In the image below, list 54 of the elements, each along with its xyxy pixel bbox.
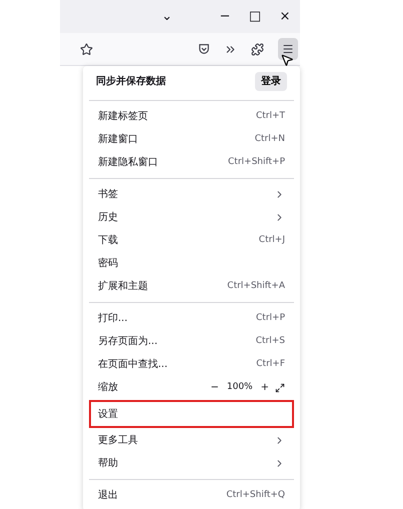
- extensions-icon[interactable]: [251, 42, 264, 56]
- menu-item[interactable]: 在页面中查找... Ctrl+F: [89, 353, 294, 376]
- menu-item-label: 缩放: [98, 380, 119, 395]
- menu-item[interactable]: 更多工具: [89, 429, 294, 452]
- menu-item[interactable]: 帮助: [89, 452, 294, 475]
- menu-item[interactable]: 新建隐私窗口 Ctrl+Shift+P: [89, 151, 294, 174]
- menu-item-label: 打印...: [98, 312, 129, 326]
- menu-item-label: 更多工具: [98, 434, 139, 448]
- pocket-icon[interactable]: [198, 43, 210, 55]
- menu-item-label: 密码: [98, 256, 119, 271]
- menu-item[interactable]: 密码: [89, 252, 294, 275]
- menu-item[interactable]: 新建标签页 Ctrl+T: [89, 105, 294, 128]
- shortcut-text: Ctrl+J: [258, 234, 285, 247]
- menu-item[interactable]: 新建窗口 Ctrl+N: [89, 128, 294, 151]
- menu-icon: [282, 43, 294, 55]
- sign-in-button[interactable]: 登录: [255, 72, 287, 90]
- menu-item-label: 书签: [98, 188, 119, 202]
- menu-item-label: 新建隐私窗口: [98, 156, 159, 170]
- menu-item[interactable]: 书签: [89, 183, 294, 206]
- close-button[interactable]: ×: [270, 6, 300, 26]
- zoom-out-button[interactable]: −: [206, 380, 223, 395]
- zoom-in-button[interactable]: +: [256, 380, 273, 395]
- menu-item[interactable]: 另存页面为... Ctrl+S: [89, 330, 294, 353]
- menu-item-label: 在页面中查找...: [98, 358, 169, 372]
- shortcut-text: Ctrl+N: [254, 132, 285, 146]
- menu-item[interactable]: 下载 Ctrl+J: [89, 229, 294, 252]
- maximize-button[interactable]: □: [240, 6, 270, 26]
- shortcut-text: Ctrl+T: [256, 110, 285, 123]
- minimize-button[interactable]: −: [210, 6, 240, 26]
- list-tabs-button[interactable]: ⌄: [152, 6, 182, 26]
- menu-item[interactable]: 历史: [89, 206, 294, 229]
- menu-item[interactable]: 设置: [89, 400, 294, 428]
- bookmark-star-icon[interactable]: [80, 42, 93, 56]
- shortcut-text: Ctrl+Shift+P: [228, 156, 285, 169]
- shortcut-text: Ctrl+S: [256, 334, 285, 348]
- menu-item-label: 历史: [98, 210, 119, 225]
- menu-item-label: 帮助: [98, 456, 119, 471]
- menu-item[interactable]: 打印... Ctrl+P: [89, 307, 294, 330]
- menu-item-label: 另存页面为...: [98, 334, 159, 349]
- menu-item[interactable]: 扩展和主题 Ctrl+Shift+A: [89, 275, 294, 298]
- shortcut-text: Ctrl+Shift+A: [227, 280, 285, 293]
- fullscreen-icon[interactable]: [275, 382, 285, 392]
- shortcut-text: Ctrl+P: [256, 312, 285, 325]
- menu-item-label: 退出: [98, 488, 119, 503]
- menu-item-label: 下载: [98, 234, 119, 248]
- shortcut-text: Ctrl+Shift+Q: [226, 488, 285, 502]
- menu-item-label: 扩展和主题: [98, 280, 149, 294]
- menu-item[interactable]: 退出 Ctrl+Shift+Q: [89, 484, 294, 507]
- zoom-reset-button[interactable]: 100%: [222, 380, 257, 394]
- shortcut-text: Ctrl+F: [256, 358, 285, 371]
- sync-title: 同步并保存数据: [96, 74, 167, 88]
- menu-item-label: 设置: [98, 408, 119, 422]
- menu-item-label: 新建标签页: [98, 110, 149, 124]
- menu-item-label: 新建窗口: [98, 132, 139, 147]
